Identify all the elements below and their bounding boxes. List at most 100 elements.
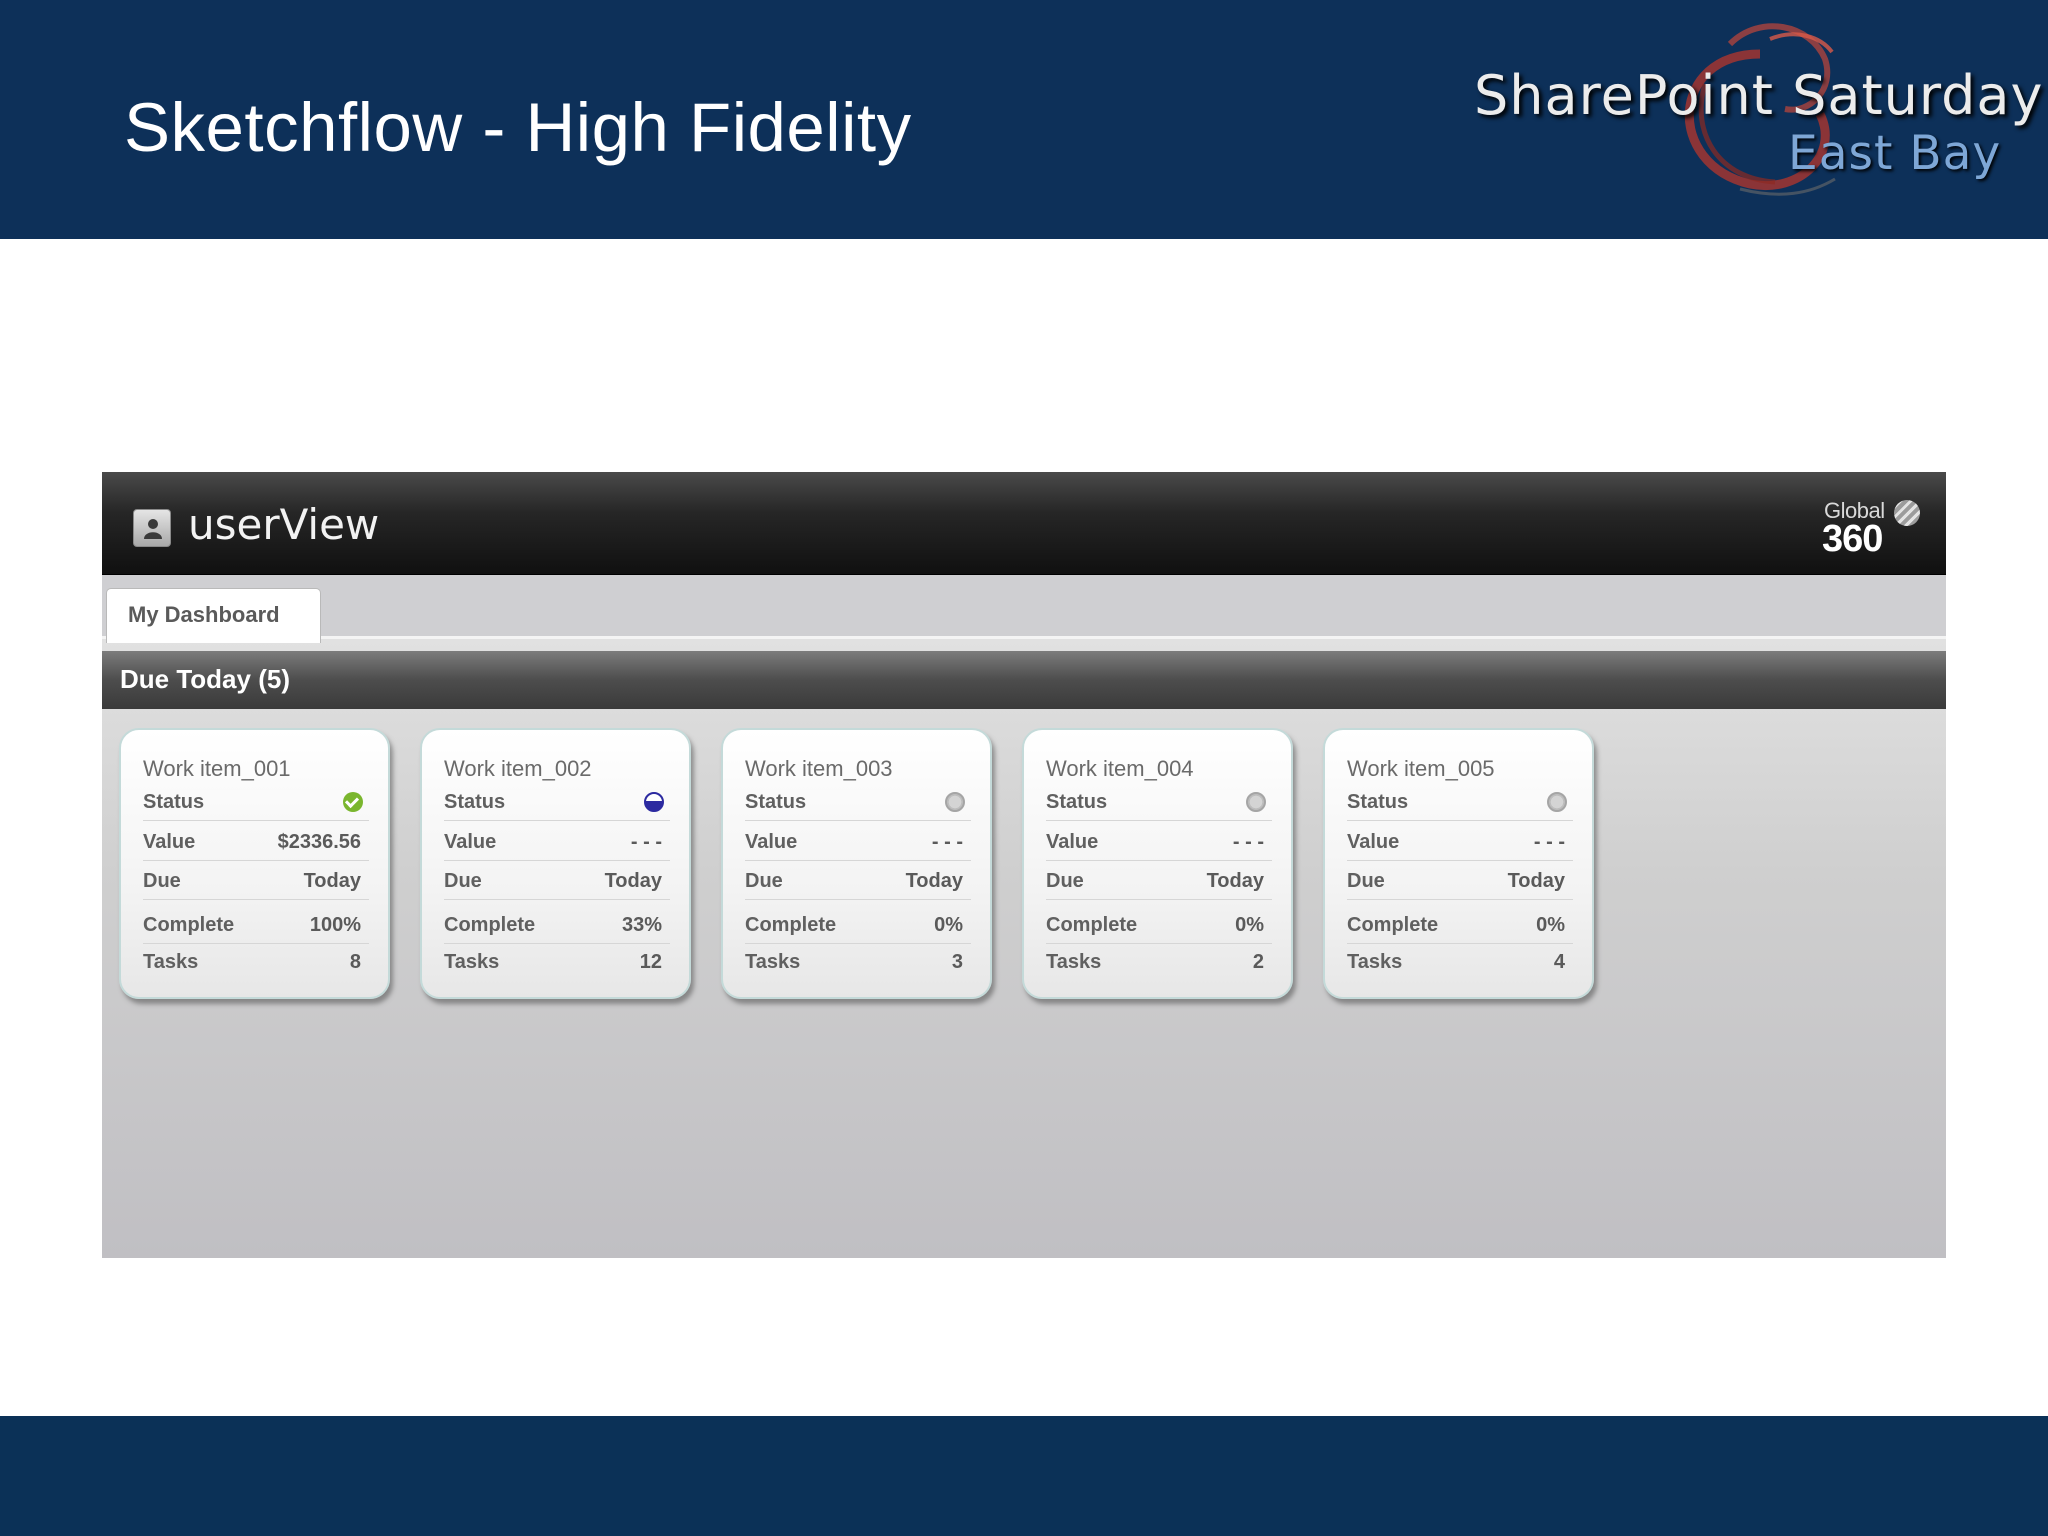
section-header: Due Today (5) bbox=[102, 651, 1946, 709]
work-item-card[interactable]: Work item_005 Status Value - - - Due Tod… bbox=[1323, 728, 1594, 999]
user-icon bbox=[133, 509, 171, 547]
sharepoint-saturday-logo: SharePoint Saturday East Bay bbox=[1460, 14, 2042, 204]
value-label: Value bbox=[745, 831, 798, 853]
tasks-label: Tasks bbox=[444, 951, 500, 973]
due-value: Today bbox=[303, 870, 361, 892]
status-label: Status bbox=[444, 791, 506, 813]
complete-value: 0% bbox=[934, 914, 963, 936]
due-label: Due bbox=[143, 870, 181, 892]
due-label: Due bbox=[745, 870, 783, 892]
due-value: Today bbox=[1507, 870, 1565, 892]
half-circle-icon bbox=[644, 792, 664, 812]
due-label: Due bbox=[1347, 870, 1385, 892]
tasks-label: Tasks bbox=[1046, 951, 1102, 973]
tasks-value: 4 bbox=[1553, 951, 1565, 973]
status-row: Status bbox=[745, 785, 971, 821]
tasks-row: Tasks 12 bbox=[444, 944, 670, 980]
app-header: userView Global 360 bbox=[102, 472, 1946, 575]
due-value: Today bbox=[905, 870, 963, 892]
due-row: Due Today bbox=[745, 864, 971, 900]
empty-circle-icon bbox=[945, 792, 965, 812]
app-title: userView bbox=[188, 500, 380, 549]
value-value: - - - bbox=[1533, 831, 1565, 853]
empty-circle-icon bbox=[1547, 792, 1567, 812]
complete-row: Complete 100% bbox=[143, 908, 369, 944]
value-row: Value - - - bbox=[745, 825, 971, 861]
card-title: Work item_002 bbox=[444, 756, 592, 781]
tasks-value: 8 bbox=[349, 951, 361, 973]
check-circle-icon bbox=[343, 792, 363, 812]
value-value: $2336.56 bbox=[277, 831, 361, 853]
work-item-card[interactable]: Work item_002 Status Value - - - Due Tod… bbox=[420, 728, 691, 999]
value-value: - - - bbox=[931, 831, 963, 853]
tasks-row: Tasks 3 bbox=[745, 944, 971, 980]
status-row: Status bbox=[444, 785, 670, 821]
status-label: Status bbox=[745, 791, 807, 813]
complete-row: Complete 33% bbox=[444, 908, 670, 944]
logo-line1: SharePoint Saturday bbox=[1474, 64, 2044, 127]
complete-value: 0% bbox=[1235, 914, 1264, 936]
tasks-row: Tasks 2 bbox=[1046, 944, 1272, 980]
tab-label: My Dashboard bbox=[128, 602, 280, 627]
card-title: Work item_001 bbox=[143, 756, 291, 781]
due-row: Due Today bbox=[444, 864, 670, 900]
tasks-label: Tasks bbox=[745, 951, 801, 973]
value-label: Value bbox=[1347, 831, 1400, 853]
complete-row: Complete 0% bbox=[1347, 908, 1573, 944]
tab-strip: My Dashboard bbox=[102, 575, 1946, 643]
tasks-value: 12 bbox=[639, 951, 662, 973]
complete-row: Complete 0% bbox=[745, 908, 971, 944]
section-title: Due Today (5) bbox=[120, 664, 290, 694]
status-row: Status bbox=[1046, 785, 1272, 821]
logo-line2: East Bay bbox=[1788, 126, 2002, 181]
status-row: Status bbox=[1347, 785, 1573, 821]
card-title: Work item_004 bbox=[1046, 756, 1194, 781]
status-label: Status bbox=[143, 791, 205, 813]
due-value: Today bbox=[604, 870, 662, 892]
value-label: Value bbox=[1046, 831, 1099, 853]
slide-header: Sketchflow - High Fidelity SharePoint Sa… bbox=[0, 0, 2048, 239]
slide: Sketchflow - High Fidelity SharePoint Sa… bbox=[0, 0, 2048, 1536]
tab-my-dashboard[interactable]: My Dashboard bbox=[106, 588, 321, 643]
work-item-card[interactable]: Work item_001 Status Value $2336.56 Due … bbox=[119, 728, 390, 999]
due-label: Due bbox=[1046, 870, 1084, 892]
status-label: Status bbox=[1046, 791, 1108, 813]
value-label: Value bbox=[444, 831, 497, 853]
complete-label: Complete bbox=[444, 914, 536, 936]
due-row: Due Today bbox=[1046, 864, 1272, 900]
due-row: Due Today bbox=[143, 864, 369, 900]
complete-value: 33% bbox=[621, 914, 662, 936]
status-label: Status bbox=[1347, 791, 1409, 813]
value-row: Value - - - bbox=[1347, 825, 1573, 861]
work-item-card[interactable]: Work item_004 Status Value - - - Due Tod… bbox=[1022, 728, 1293, 999]
tasks-value: 3 bbox=[951, 951, 963, 973]
globe-icon bbox=[1894, 500, 1920, 526]
slide-title: Sketchflow - High Fidelity bbox=[124, 89, 912, 166]
complete-value: 100% bbox=[309, 914, 361, 936]
value-row: Value $2336.56 bbox=[143, 825, 369, 861]
card-title: Work item_003 bbox=[745, 756, 893, 781]
tasks-label: Tasks bbox=[143, 951, 199, 973]
complete-label: Complete bbox=[1347, 914, 1439, 936]
work-item-card[interactable]: Work item_003 Status Value - - - Due Tod… bbox=[721, 728, 992, 999]
value-row: Value - - - bbox=[444, 825, 670, 861]
value-value: - - - bbox=[630, 831, 662, 853]
due-label: Due bbox=[444, 870, 482, 892]
app-screenshot: userView Global 360 My Dashboard Due Tod… bbox=[102, 472, 1946, 1258]
status-row: Status bbox=[143, 785, 369, 821]
empty-circle-icon bbox=[1246, 792, 1266, 812]
tasks-value: 2 bbox=[1252, 951, 1264, 973]
value-row: Value - - - bbox=[1046, 825, 1272, 861]
global360-logo: Global 360 bbox=[1822, 498, 1932, 560]
complete-label: Complete bbox=[745, 914, 837, 936]
due-value: Today bbox=[1206, 870, 1264, 892]
complete-label: Complete bbox=[1046, 914, 1138, 936]
complete-label: Complete bbox=[143, 914, 235, 936]
complete-value: 0% bbox=[1536, 914, 1565, 936]
card-title: Work item_005 bbox=[1347, 756, 1495, 781]
tasks-label: Tasks bbox=[1347, 951, 1403, 973]
value-value: - - - bbox=[1232, 831, 1264, 853]
complete-row: Complete 0% bbox=[1046, 908, 1272, 944]
value-label: Value bbox=[143, 831, 196, 853]
due-row: Due Today bbox=[1347, 864, 1573, 900]
